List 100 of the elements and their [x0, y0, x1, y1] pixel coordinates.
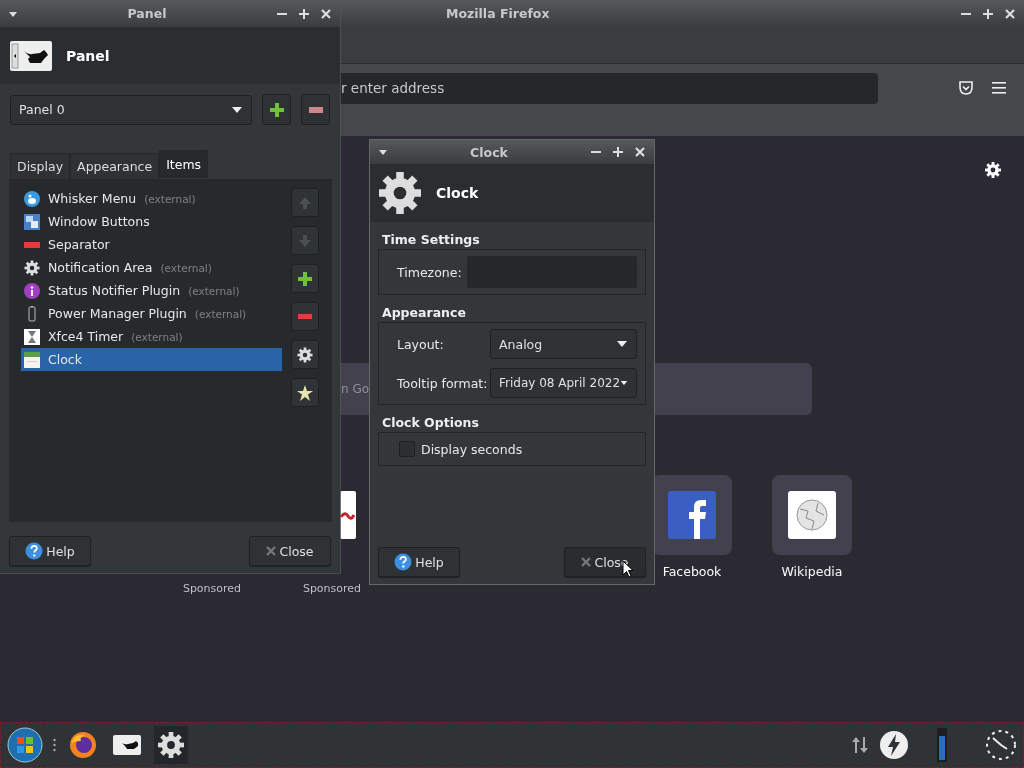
help-icon[interactable] [394, 553, 413, 571]
maximize-icon[interactable] [298, 7, 310, 20]
remove-item-button[interactable] [291, 302, 319, 331]
shortcut-label: Facebook [661, 564, 723, 579]
plugin-name: Whisker Menu [48, 191, 137, 206]
tab[interactable]: Display [10, 153, 71, 179]
help-button[interactable]: Help [378, 547, 460, 577]
window-menu-icon[interactable] [378, 147, 388, 157]
dialog-heading: Panel [66, 47, 110, 64]
settings-icon[interactable] [984, 161, 1002, 179]
maximize-icon[interactable] [612, 146, 624, 158]
tooltip-format-dropdown[interactable]: Friday 08 April 2022 [490, 368, 637, 398]
plugin-name: Notification Area [48, 260, 153, 275]
mouse-icon [113, 735, 141, 755]
shortcut-tile[interactable] [652, 475, 732, 555]
item-settings-button[interactable] [291, 340, 319, 369]
layout-dropdown[interactable]: Analog [490, 329, 637, 359]
globe-icon [788, 491, 836, 539]
checkbox[interactable] [399, 441, 415, 457]
down-arrow-icon [298, 233, 312, 248]
menu-icon[interactable] [992, 81, 1008, 95]
plugin-name: Separator [48, 237, 110, 252]
section-heading: Clock Options [381, 415, 480, 432]
help-button[interactable]: Help [9, 536, 91, 566]
dialog-heading: Clock [436, 185, 479, 201]
tab[interactable]: Appearance [70, 153, 160, 179]
close-button[interactable]: Close [249, 536, 331, 566]
plugin-name: Status Notifier Plugin [48, 283, 181, 298]
sponsored-label: Sponsored [181, 582, 243, 595]
calendar-icon [24, 351, 40, 368]
battery-icon[interactable] [937, 728, 947, 762]
checkbox-label: Display seconds [421, 441, 523, 457]
power-icon[interactable] [879, 730, 909, 760]
plugin-item[interactable]: Notification Area (external) [21, 256, 282, 279]
window-title: Panel [126, 6, 168, 21]
plugin-name: Power Manager Plugin [48, 306, 187, 321]
remove-panel-button[interactable] [301, 94, 330, 125]
add-panel-button[interactable] [262, 94, 292, 125]
close-icon[interactable] [1004, 7, 1016, 20]
window-title: Mozilla Firefox [446, 6, 550, 21]
plugin-name: Xfce4 Timer [48, 329, 124, 344]
add-item-button[interactable] [291, 264, 319, 293]
plugin-item[interactable]: Separator [21, 233, 282, 256]
pocket-icon[interactable] [958, 80, 974, 96]
start-menu-icon[interactable] [7, 727, 43, 763]
plus-icon [298, 271, 312, 286]
close-icon[interactable] [320, 7, 332, 20]
plugin-item[interactable]: Status Notifier Plugin (external) [21, 279, 282, 302]
settings-icon [297, 346, 313, 363]
plugin-note: (external) [131, 330, 183, 343]
handle-icon[interactable] [53, 738, 56, 752]
plugin-note: (external) [194, 307, 247, 320]
close-x-icon [581, 557, 592, 567]
windows-icon [24, 213, 40, 230]
mouse-icon [10, 40, 52, 71]
launcher-button[interactable] [154, 726, 188, 764]
plugin-item[interactable]: Whisker Menu (external) [21, 187, 282, 210]
plugin-item[interactable]: Clock [21, 348, 282, 371]
field-label: Tooltip format: [397, 375, 488, 391]
plugin-note: (external) [188, 284, 240, 297]
hourglass-icon [24, 328, 40, 345]
plugin-item[interactable]: Xfce4 Timer (external) [21, 325, 282, 348]
caret-icon [231, 105, 244, 114]
section-heading: Time Settings [381, 232, 481, 249]
close-icon[interactable] [634, 146, 646, 158]
plugin-note: (external) [144, 192, 196, 205]
minus-icon [298, 314, 312, 319]
help-icon[interactable] [25, 542, 44, 560]
tab[interactable]: Items [159, 150, 209, 178]
address-field[interactable]: r enter address [340, 72, 878, 104]
plugin-item[interactable]: Window Buttons [21, 210, 282, 233]
about-item-button[interactable] [291, 378, 319, 407]
facebook-icon [668, 491, 716, 539]
gear-icon [24, 259, 40, 276]
sponsored-label: Sponsored [301, 582, 363, 595]
network-arrows-icon[interactable] [851, 735, 869, 755]
caret-icon [620, 379, 628, 387]
panel-dropdown[interactable]: Panel 0 [10, 94, 253, 125]
gear-icon [378, 171, 422, 215]
separator-icon [24, 241, 40, 248]
star-icon [297, 384, 313, 401]
caret-icon [616, 340, 628, 348]
minus-icon [308, 106, 323, 113]
maximize-icon[interactable] [982, 7, 994, 20]
firefox-icon [69, 731, 97, 759]
field-label: Layout: [397, 336, 444, 352]
plugin-item[interactable]: Power Manager Plugin (external) [21, 302, 282, 325]
plugin-note: (external) [160, 261, 212, 274]
section-heading: Appearance [381, 305, 467, 322]
window-title: Clock [469, 144, 509, 160]
mouse-circle-icon [24, 190, 40, 207]
plugin-name: Window Buttons [48, 214, 150, 229]
search-placeholder: n Go [341, 382, 370, 396]
clock-icon[interactable] [985, 729, 1017, 761]
field-label: Timezone: [397, 264, 462, 280]
shortcut-tile[interactable] [772, 475, 852, 555]
close-x-icon [266, 546, 277, 556]
info-icon [24, 282, 40, 299]
settings-icon [157, 731, 185, 759]
plugin-name: Clock [48, 352, 82, 367]
